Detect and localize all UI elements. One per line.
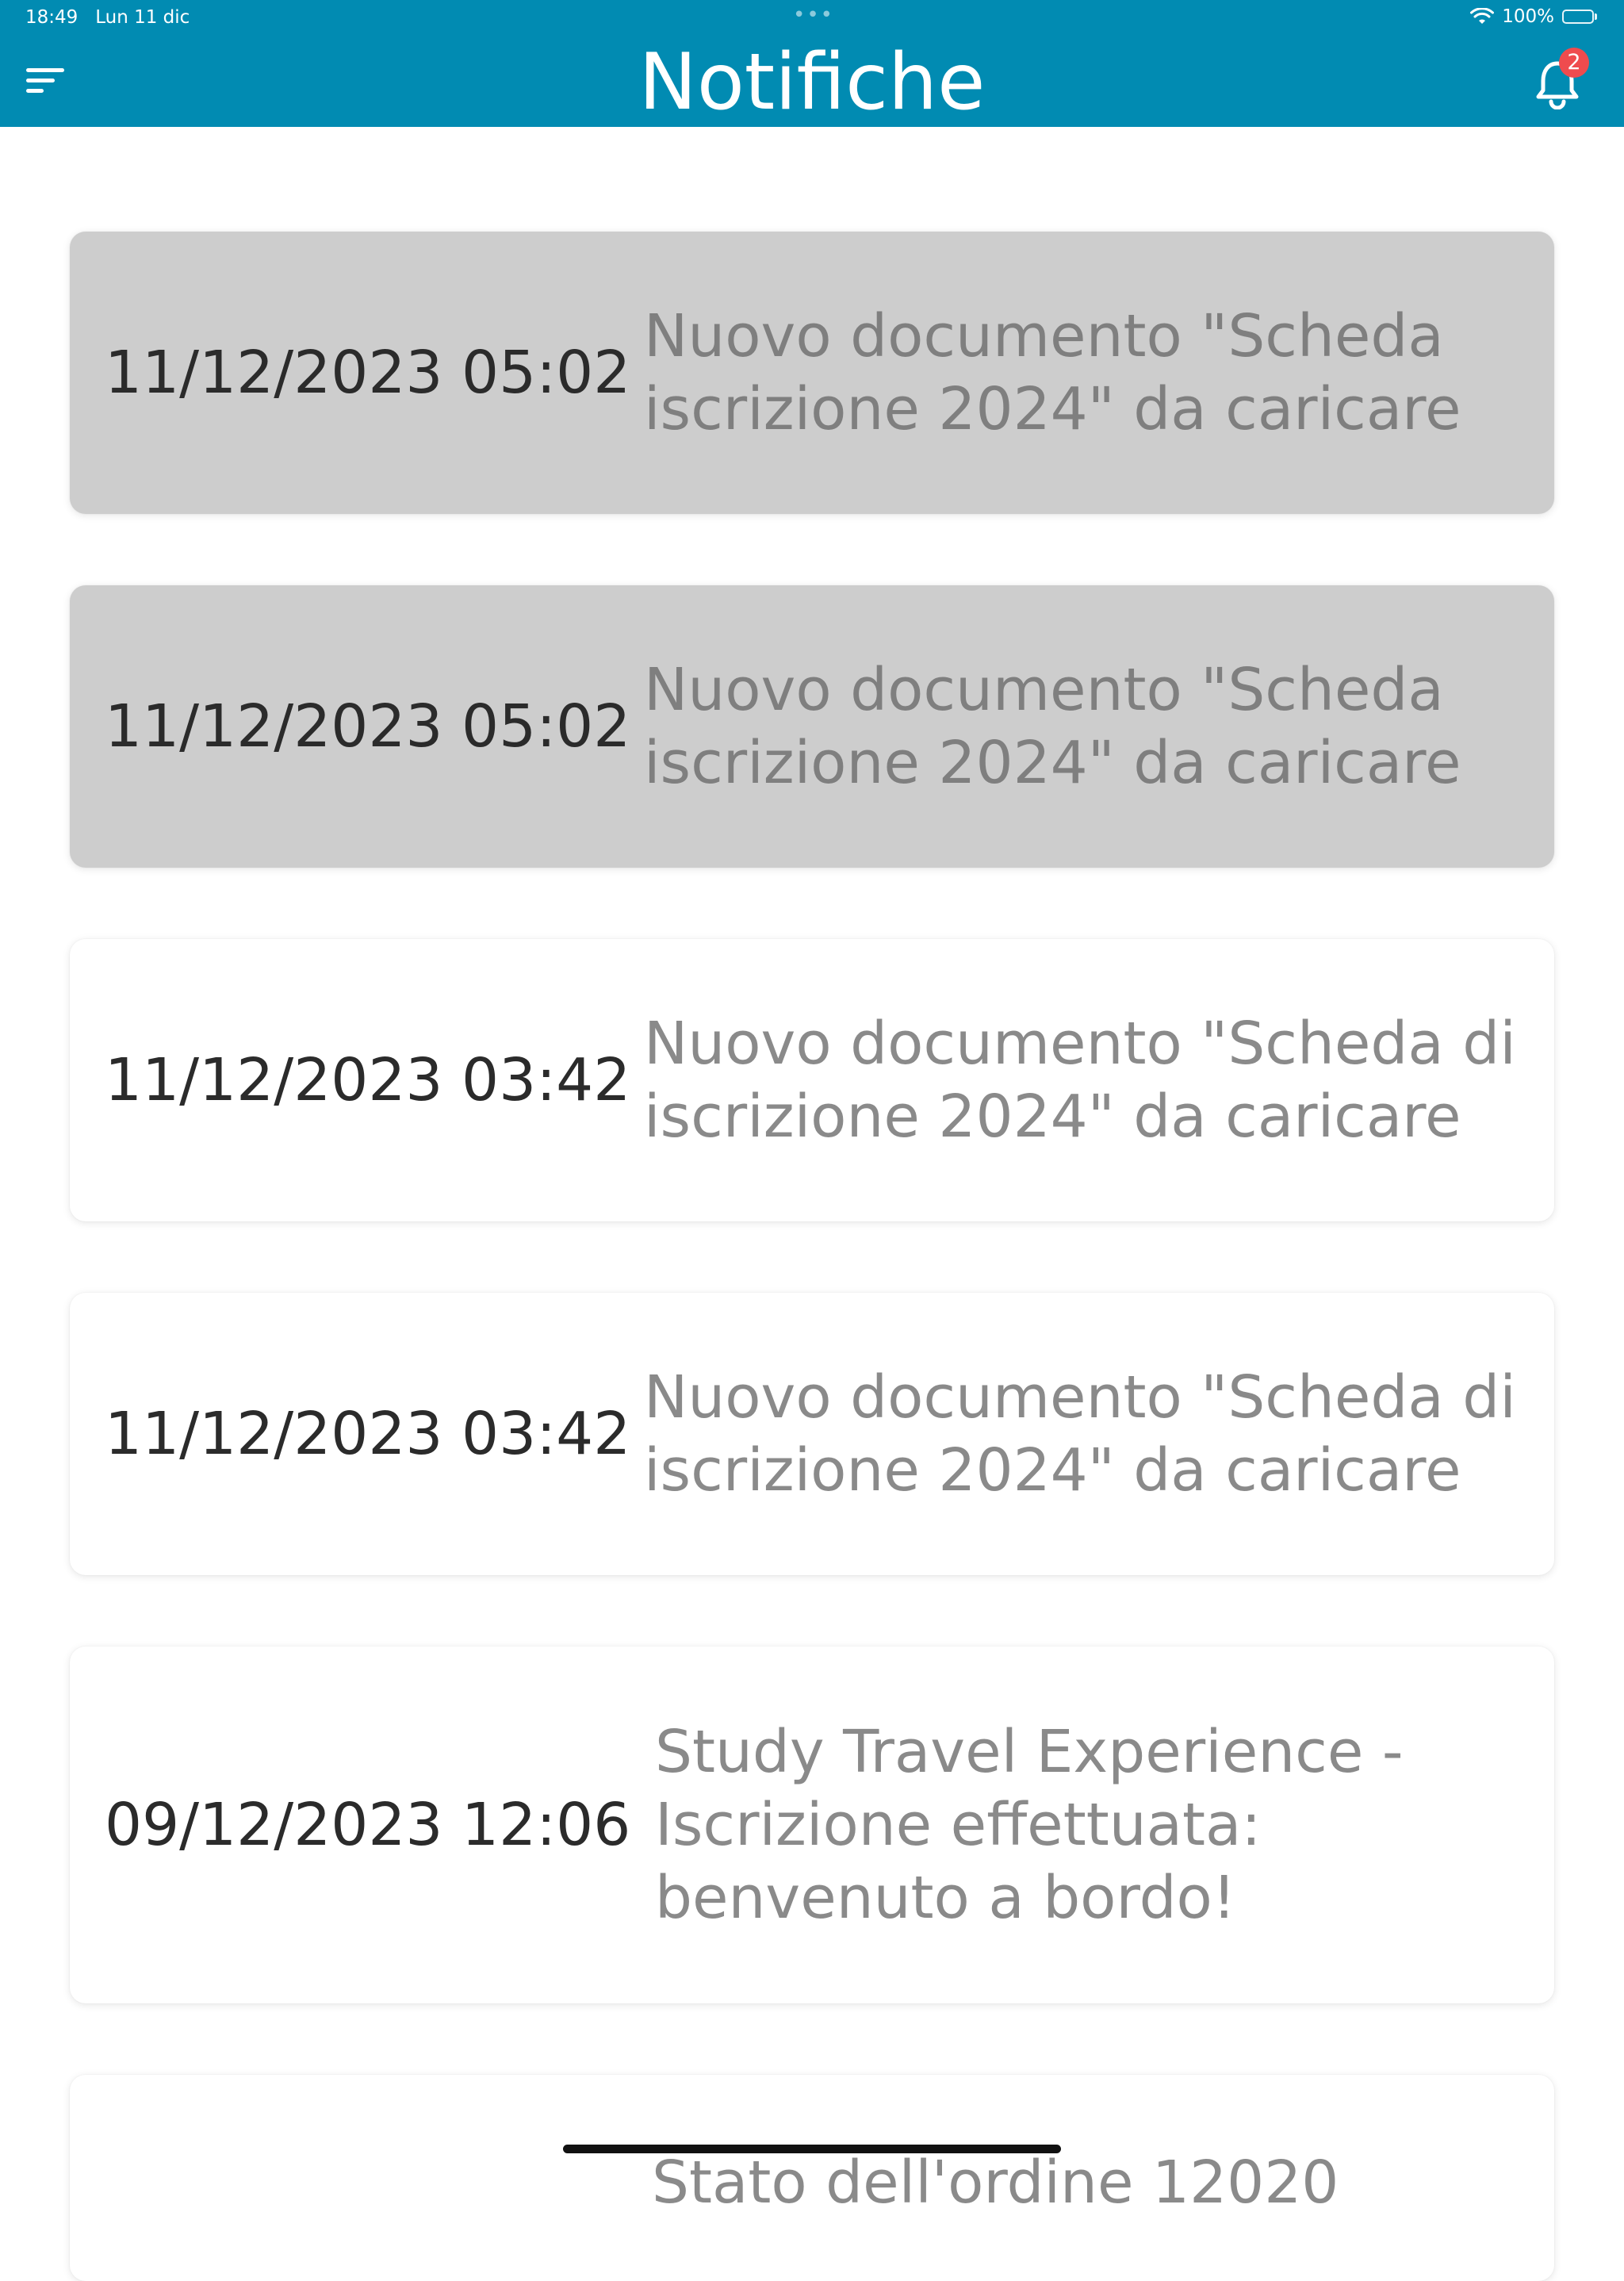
battery-icon <box>1562 9 1599 25</box>
wifi-icon <box>1470 8 1495 24</box>
status-indicators: 100% <box>1470 6 1599 27</box>
status-time: 18:49 <box>25 7 79 28</box>
notification-message: Nuovo documento "Scheda iscrizione 2024"… <box>644 656 1461 797</box>
multitasking-dots-icon[interactable]: ••• <box>793 3 834 27</box>
notification-date: 11/12/2023 05:02 <box>105 692 631 761</box>
notification-message: Nuovo documento "Scheda di iscrizione 20… <box>644 1363 1516 1505</box>
notifications-bell-button[interactable]: 2 <box>1534 48 1589 109</box>
notification-message: Study Travel Experience - Iscrizione eff… <box>655 1718 1404 1932</box>
notification-card[interactable]: Stato dell'ordine 12020 <box>70 2075 1554 2281</box>
notification-card[interactable]: 11/12/2023 03:42 Nuovo documento "Scheda… <box>70 1293 1554 1575</box>
page-title: Notifiche <box>638 37 986 128</box>
notification-card[interactable]: 11/12/2023 05:02 Nuovo documento "Scheda… <box>70 585 1554 868</box>
app-header: Notifiche 2 <box>0 38 1624 127</box>
notification-date: 11/12/2023 03:42 <box>105 1046 631 1114</box>
notification-message: Nuovo documento "Scheda di iscrizione 20… <box>644 1010 1516 1151</box>
notification-message: Stato dell'ordine 12020 <box>652 2149 1339 2217</box>
notification-date: 11/12/2023 03:42 <box>105 1400 631 1468</box>
notification-message: Nuovo documento "Scheda iscrizione 2024"… <box>644 302 1461 443</box>
notification-card[interactable]: 11/12/2023 05:02 Nuovo documento "Scheda… <box>70 232 1554 514</box>
notification-card[interactable]: 09/12/2023 12:06 Study Travel Experience… <box>70 1647 1554 2003</box>
notification-date: 11/12/2023 05:02 <box>105 339 631 407</box>
battery-percent: 100% <box>1502 6 1554 27</box>
status-time-date: 18:49 Lun 11 dic <box>25 7 190 28</box>
status-date: Lun 11 dic <box>95 7 190 28</box>
notification-list: 11/12/2023 05:02 Nuovo documento "Scheda… <box>70 232 1554 2281</box>
notification-date: 09/12/2023 12:06 <box>105 1791 631 1859</box>
home-indicator <box>563 2145 1061 2153</box>
notification-card[interactable]: 11/12/2023 03:42 Nuovo documento "Scheda… <box>70 939 1554 1221</box>
status-bar: 18:49 Lun 11 dic ••• 100% <box>0 0 1624 38</box>
notification-count-badge: 2 <box>1559 48 1589 78</box>
